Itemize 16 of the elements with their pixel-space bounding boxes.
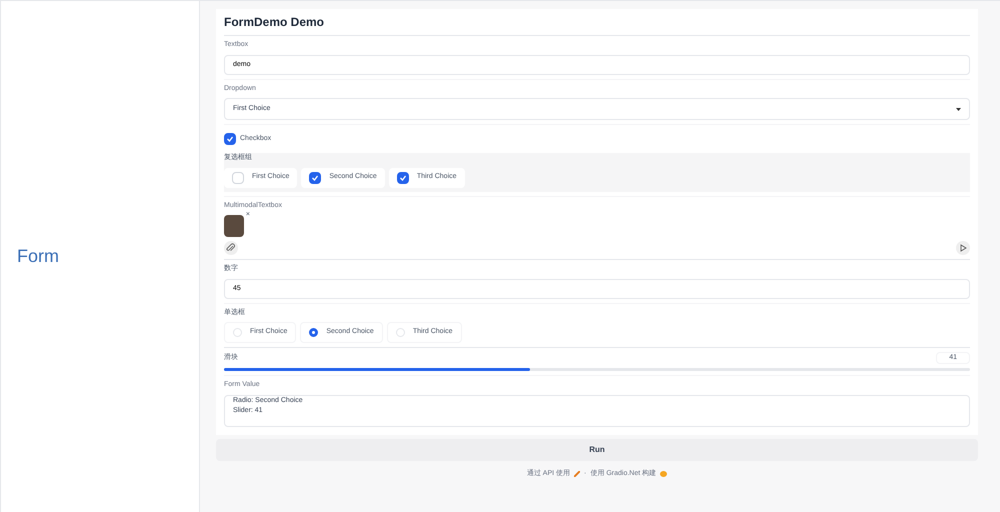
checkbox[interactable] (396, 172, 409, 184)
send-icon[interactable] (956, 241, 970, 255)
checkbox[interactable] (224, 133, 236, 145)
run-button[interactable]: Run (216, 438, 978, 460)
checkmark-icon (311, 174, 320, 182)
slider-track[interactable] (224, 368, 970, 371)
checkmark-icon (398, 174, 407, 182)
checkmark-icon (226, 135, 234, 143)
radio-button[interactable] (309, 328, 318, 337)
logo-icon (660, 470, 668, 477)
checkbox[interactable] (309, 172, 322, 184)
caret-icon (956, 108, 961, 110)
paperclip-icon[interactable] (224, 241, 238, 255)
row-label: Form (17, 245, 59, 268)
demo-title: FormDemo Demo (224, 9, 970, 36)
image-thumbnail (224, 215, 244, 237)
